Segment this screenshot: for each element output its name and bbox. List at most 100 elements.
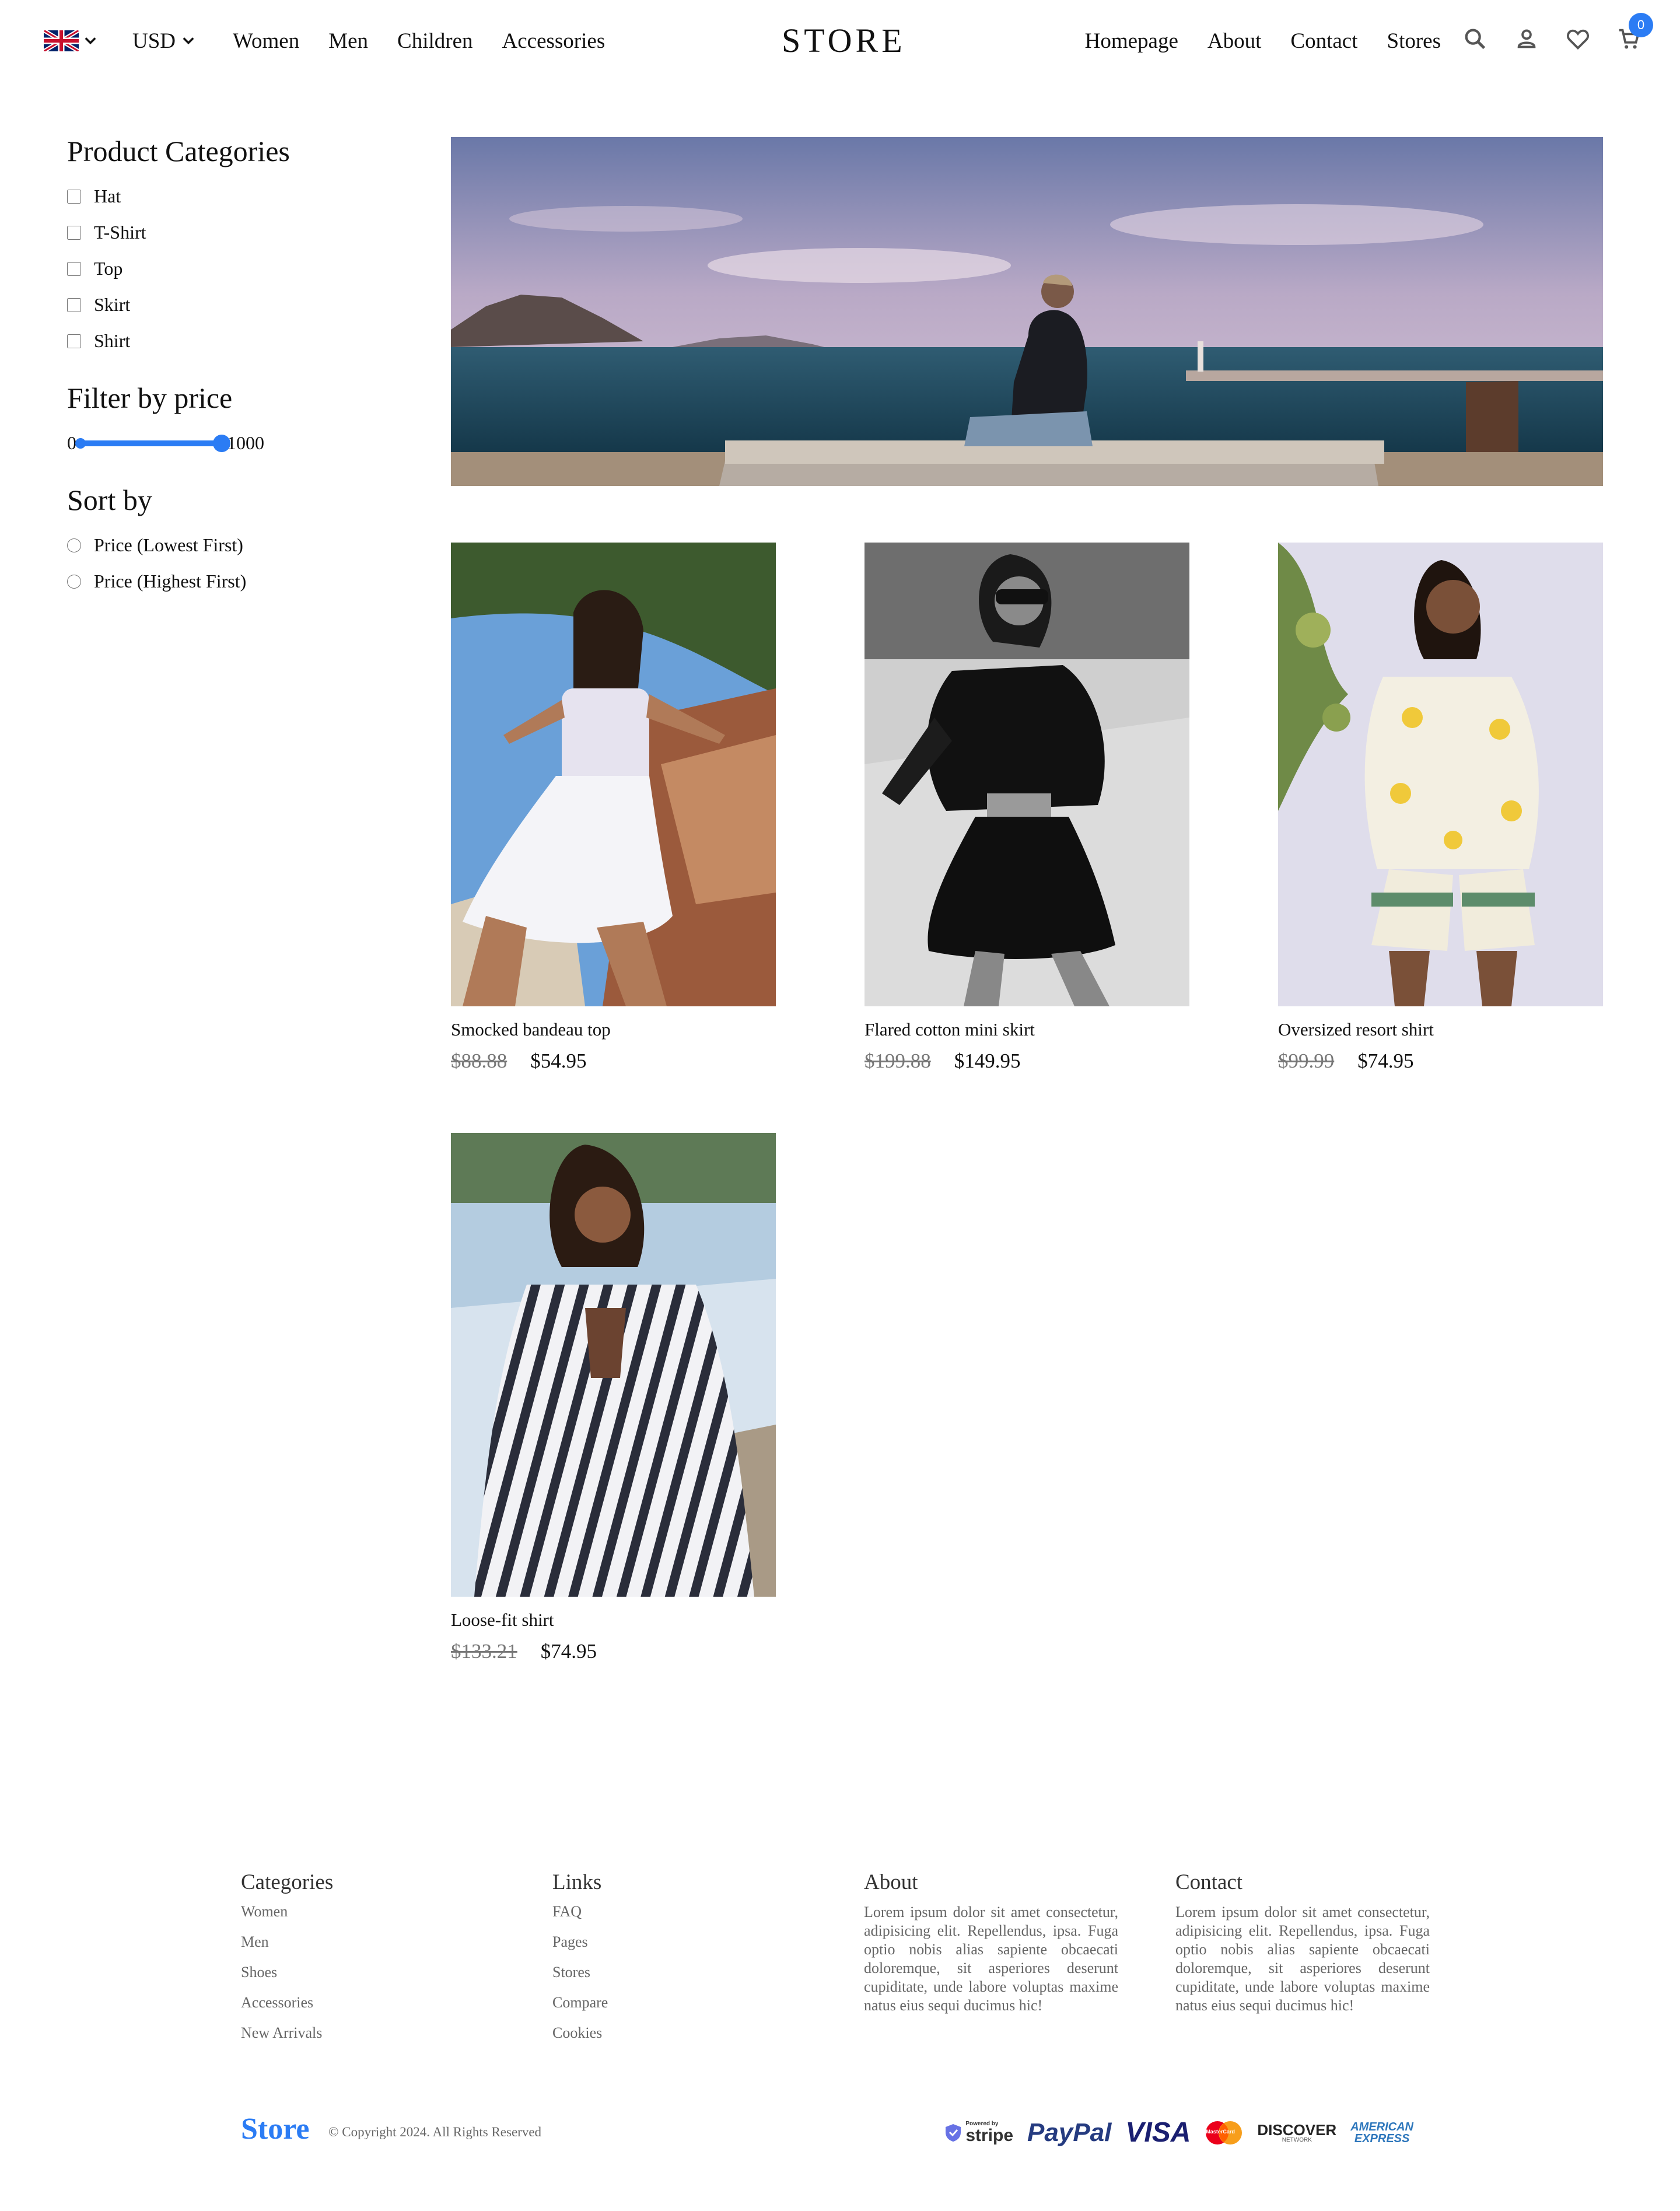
amex-line1: AMERICAN: [1350, 2120, 1413, 2133]
product-image[interactable]: [1278, 543, 1603, 1006]
footer-link-accessories[interactable]: Accessories: [241, 1994, 495, 2011]
currency-select[interactable]: USD: [132, 29, 197, 54]
old-price: $99.99: [1278, 1049, 1335, 1072]
navbar: USD Women Men Children Accessories STORE…: [0, 0, 1680, 82]
product-image[interactable]: [451, 543, 776, 1006]
footer-link-women[interactable]: Women: [241, 1903, 495, 1920]
stripe-label: stripe: [965, 2125, 1014, 2145]
product-name[interactable]: Oversized resort shirt: [1278, 1019, 1603, 1040]
nav-link-homepage[interactable]: Homepage: [1085, 29, 1178, 54]
checkbox-label: T-Shirt: [94, 222, 146, 243]
chevron-down-icon: [183, 37, 194, 44]
sort-option-lowest[interactable]: Price (Lowest First): [67, 534, 394, 556]
footer-links-title: Links: [552, 1870, 602, 1894]
discover-icon: DISCOVER NETWORK: [1257, 2122, 1336, 2143]
radio[interactable]: [67, 538, 81, 552]
radio[interactable]: [67, 574, 81, 589]
product-price: $199.88 $149.95: [864, 1049, 1189, 1073]
nav-link-children[interactable]: Children: [397, 29, 473, 54]
category-filter-skirt[interactable]: Skirt: [67, 294, 394, 316]
header-icons: 0: [1462, 13, 1653, 53]
paypal-icon: PayPal: [1027, 2118, 1112, 2147]
radio-label: Price (Lowest First): [94, 534, 243, 555]
old-price: $199.88: [864, 1049, 931, 1072]
footer-link-stores[interactable]: Stores: [552, 1964, 807, 1981]
product-card[interactable]: Oversized resort shirt $99.99 $74.95: [1278, 543, 1603, 1073]
footer-categories-title: Categories: [241, 1870, 334, 1894]
categories-heading: Product Categories: [67, 135, 290, 167]
checkbox-label: Hat: [94, 186, 121, 207]
product-name[interactable]: Loose-fit shirt: [451, 1610, 776, 1631]
sale-price: $74.95: [1357, 1049, 1414, 1072]
mastercard-icon: MasterCard: [1205, 2120, 1243, 2146]
sort-option-highest[interactable]: Price (Highest First): [67, 571, 394, 592]
payment-methods: Powered by stripe PayPal VISA MasterCard…: [944, 2116, 1413, 2149]
footer-link-shoes[interactable]: Shoes: [241, 1964, 495, 1981]
discover-label: DISCOVER: [1257, 2121, 1337, 2139]
radio-label: Price (Highest First): [94, 571, 247, 592]
user-icon[interactable]: [1513, 26, 1540, 53]
product-price: $99.99 $74.95: [1278, 1049, 1603, 1073]
footer-link-pages[interactable]: Pages: [552, 1933, 807, 1951]
product-card[interactable]: Flared cotton mini skirt $199.88 $149.95: [864, 543, 1189, 1073]
footer-categories: Categories Women Men Shoes Accessories N…: [241, 1870, 495, 2055]
price-range-slider[interactable]: 0 1000: [67, 432, 394, 454]
checkbox[interactable]: [67, 261, 81, 276]
nav-link-about[interactable]: About: [1208, 29, 1262, 54]
checkbox[interactable]: [67, 225, 81, 240]
checkbox[interactable]: [67, 334, 81, 348]
footer-link-compare[interactable]: Compare: [552, 1994, 807, 2011]
category-filter-shirt[interactable]: Shirt: [67, 330, 394, 352]
footer-contact: Contact Lorem ipsum dolor sit amet conse…: [1175, 1870, 1430, 2015]
checkbox-label: Shirt: [94, 330, 131, 351]
footer-link-new-arrivals[interactable]: New Arrivals: [241, 2024, 495, 2042]
old-price: $133.21: [451, 1640, 517, 1663]
visa-icon: VISA: [1125, 2117, 1191, 2148]
product-image[interactable]: [451, 1133, 776, 1597]
chevron-down-icon[interactable]: [82, 33, 99, 49]
nav-link-stores[interactable]: Stores: [1387, 29, 1441, 54]
checkbox[interactable]: [67, 189, 81, 204]
footer-link-men[interactable]: Men: [241, 1933, 495, 1951]
old-price: $88.88: [451, 1049, 508, 1072]
nav-link-women[interactable]: Women: [233, 29, 299, 54]
category-filter-tshirt[interactable]: T-Shirt: [67, 222, 394, 243]
product-name[interactable]: Smocked bandeau top: [451, 1019, 776, 1040]
amex-icon: AMERICAN EXPRESS: [1350, 2121, 1413, 2144]
slider-thumb-max[interactable]: [213, 434, 230, 452]
footer-links: Links FAQ Pages Stores Compare Cookies: [552, 1870, 807, 2055]
footer-about-text: Lorem ipsum dolor sit amet consectetur, …: [864, 1904, 1118, 2014]
slider-track[interactable]: [75, 434, 230, 452]
store-logo[interactable]: STORE: [782, 21, 902, 60]
footer-link-faq[interactable]: FAQ: [552, 1903, 807, 1920]
nav-link-accessories[interactable]: Accessories: [502, 29, 606, 54]
category-filter-hat[interactable]: Hat: [67, 186, 394, 207]
sale-price: $149.95: [954, 1049, 1021, 1072]
slider-thumb-min[interactable]: [75, 438, 86, 449]
category-nav: Women Men Children Accessories: [233, 29, 605, 54]
category-filter-top[interactable]: Top: [67, 258, 394, 279]
product-image[interactable]: [864, 543, 1189, 1006]
hero-banner: [451, 137, 1603, 486]
sort-heading: Sort by: [67, 484, 152, 516]
heart-icon[interactable]: [1564, 26, 1591, 53]
footer-link-cookies[interactable]: Cookies: [552, 2024, 807, 2042]
checkbox[interactable]: [67, 298, 81, 312]
currency-label: USD: [132, 29, 176, 53]
product-name[interactable]: Flared cotton mini skirt: [864, 1019, 1189, 1040]
nav-link-contact[interactable]: Contact: [1290, 29, 1357, 54]
footer-brand-logo[interactable]: Store: [241, 2112, 309, 2146]
footer-bottom-bar: Store © Copyright 2024. All Rights Reser…: [241, 2112, 1413, 2158]
uk-flag-icon[interactable]: [44, 30, 79, 51]
discover-sub-label: NETWORK: [1282, 2136, 1312, 2143]
cart-icon[interactable]: 0: [1616, 13, 1653, 53]
cart-count-badge: 0: [1629, 13, 1653, 37]
price-filter-heading: Filter by price: [67, 382, 233, 414]
price-max-label: 1000: [227, 432, 264, 453]
copyright-text: © Copyright 2024. All Rights Reserved: [328, 2125, 542, 2139]
nav-link-men[interactable]: Men: [328, 29, 368, 54]
product-card[interactable]: Loose-fit shirt $133.21 $74.95: [451, 1133, 776, 1663]
search-icon[interactable]: [1462, 26, 1489, 53]
footer-contact-title: Contact: [1175, 1870, 1243, 1894]
product-card[interactable]: Smocked bandeau top $88.88 $54.95: [451, 543, 776, 1073]
